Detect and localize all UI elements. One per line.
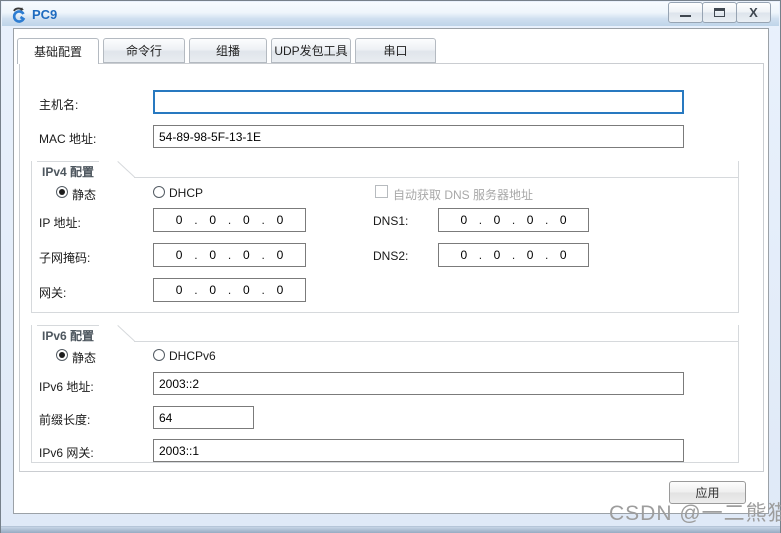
dns1-input[interactable]: 0.0.0.0 [438, 208, 589, 232]
ip-octet: 0 [209, 283, 217, 297]
tab-basic-config[interactable]: 基础配置 [17, 38, 99, 64]
ipv6-address-label: IPv6 地址: [39, 380, 94, 394]
ip-octet: 0 [175, 213, 183, 227]
ip-octet: 0 [276, 213, 284, 227]
dns2-label: DNS2: [373, 249, 409, 263]
ipv6-static-label: 静态 [72, 351, 97, 365]
ipv6-dhcp-label: DHCPv6 [169, 349, 216, 363]
ip-octet: 0 [559, 248, 567, 262]
ip-octet: 0 [242, 283, 250, 297]
tab-bar: 基础配置 命令行 组播 UDP发包工具 串口 [17, 38, 440, 64]
pc-config-window: PC9 X 基础配置 命令行 组播 UDP发包工具 串口 主机名: MAC 地址… [0, 0, 781, 533]
tab-serial[interactable]: 串口 [355, 38, 436, 63]
ipv6-group-tab-edge [117, 325, 135, 342]
ipv4-group-topline [134, 177, 738, 178]
ip-octet: 0 [460, 213, 468, 227]
ipv4-dhcp-label: DHCP [169, 186, 204, 200]
ip-octet: 0 [242, 248, 250, 262]
ip-octet: 0 [276, 283, 284, 297]
window-bottom-edge [1, 526, 780, 533]
auto-dns-checkbox[interactable] [375, 185, 388, 198]
ipv6-address-input[interactable]: 2003::2 [153, 372, 684, 395]
minimize-icon [680, 14, 691, 17]
ipv6-static-radio[interactable] [56, 349, 68, 361]
dns2-input[interactable]: 0.0.0.0 [438, 243, 589, 267]
ip-octet: 0 [209, 248, 217, 262]
tab-multicast[interactable]: 组播 [189, 38, 267, 63]
ipv6-dhcp-radio[interactable] [153, 349, 165, 361]
gateway-input[interactable]: 0.0.0.0 [153, 278, 306, 302]
ipv6-gateway-input[interactable]: 2003::1 [153, 439, 684, 462]
gateway-label: 网关: [39, 286, 67, 300]
ipv6-group-topline [134, 341, 738, 342]
subnet-mask-label: 子网掩码: [39, 251, 91, 265]
ip-octet: 0 [526, 213, 534, 227]
ipv4-dhcp-radio[interactable] [153, 186, 165, 198]
maximize-button[interactable] [702, 2, 737, 23]
ipv4-static-label: 静态 [72, 188, 97, 202]
ip-address-label: IP 地址: [39, 216, 81, 230]
ip-octet: 0 [526, 248, 534, 262]
prefix-length-label: 前缀长度: [39, 413, 91, 427]
mac-address-input[interactable]: 54-89-98-5F-13-1E [153, 125, 684, 148]
ip-octet: 0 [242, 213, 250, 227]
close-button[interactable]: X [736, 2, 771, 23]
ipv6-gateway-label: IPv6 网关: [39, 446, 94, 460]
ip-octet: 0 [209, 213, 217, 227]
subnet-mask-input[interactable]: 0.0.0.0 [153, 243, 306, 267]
ip-address-input[interactable]: 0.0.0.0 [153, 208, 306, 232]
window-controls: X [668, 2, 771, 23]
hostname-input[interactable] [153, 90, 684, 114]
ipv6-group-label: IPv6 配置 [37, 325, 100, 343]
ipv4-group-tab-edge [117, 161, 135, 178]
auto-dns-label: 自动获取 DNS 服务器地址 [393, 188, 534, 202]
prefix-length-input[interactable]: 64 [153, 406, 254, 429]
ip-octet: 0 [493, 213, 501, 227]
maximize-icon [714, 8, 725, 17]
tab-udp-tool[interactable]: UDP发包工具 [271, 38, 351, 63]
tab-command-line[interactable]: 命令行 [103, 38, 185, 63]
ip-octet: 0 [460, 248, 468, 262]
ip-octet: 0 [493, 248, 501, 262]
mac-address-label: MAC 地址: [39, 132, 97, 146]
ipv4-group-label: IPv4 配置 [37, 161, 100, 179]
ip-octet: 0 [175, 283, 183, 297]
titlebar: PC9 [2, 2, 779, 26]
ipv4-groupbox: IPv4 配置 [31, 161, 739, 313]
window-title: PC9 [32, 6, 58, 22]
ip-octet: 0 [175, 248, 183, 262]
ip-octet: 0 [559, 213, 567, 227]
dns1-label: DNS1: [373, 214, 409, 228]
close-icon: X [749, 5, 758, 20]
watermark-text: CSDN @一二熊猫 [609, 502, 781, 525]
ensp-app-icon [12, 7, 26, 23]
hostname-label: 主机名: [39, 98, 79, 112]
minimize-button[interactable] [668, 2, 703, 23]
ipv4-static-radio[interactable] [56, 186, 68, 198]
ip-octet: 0 [276, 248, 284, 262]
